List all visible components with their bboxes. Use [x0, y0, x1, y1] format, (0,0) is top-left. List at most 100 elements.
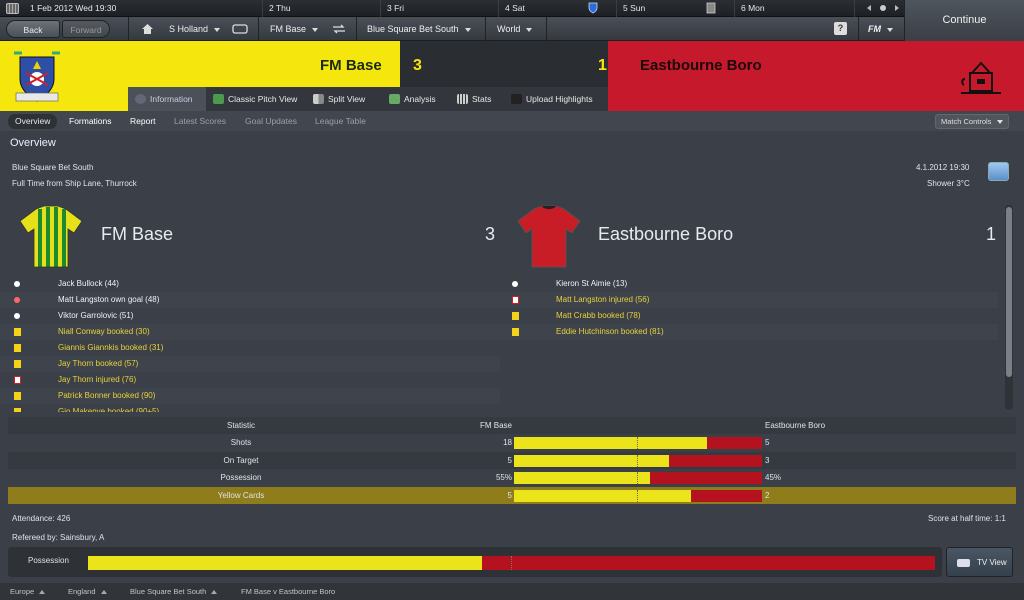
back-button[interactable]: Back — [6, 20, 60, 38]
help-button[interactable]: ? — [834, 22, 847, 35]
breadcrumb-item[interactable]: Blue Square Bet South — [130, 583, 218, 600]
calendar-day[interactable]: 5 Sun — [616, 0, 734, 17]
breadcrumb: Europe England Blue Square Bet South FM … — [0, 583, 1024, 600]
tab-stats[interactable]: Stats — [450, 87, 504, 111]
forward-button[interactable]: Forward — [62, 20, 110, 38]
stat-home-value: 55% — [495, 473, 512, 482]
subnav-formations[interactable]: Formations — [69, 114, 112, 129]
breadcrumb-item[interactable]: FM Base v Eastbourne Boro — [241, 583, 335, 600]
breadcrumb-item[interactable]: Europe — [10, 583, 46, 600]
tv-view-label: TV View — [977, 558, 1007, 567]
view-tabs: Information Classic Pitch View Split Vie… — [128, 87, 608, 111]
home-kit-icon — [19, 205, 83, 268]
fm-menu[interactable]: FM — [868, 17, 893, 41]
event-text: Jack Bullock (44) — [58, 279, 119, 288]
stat-bar-home-fill — [514, 472, 651, 484]
chevron-down-icon — [214, 27, 221, 32]
match-status: Full Time from Ship Lane, Thurrock — [12, 179, 137, 188]
yellow-card-icon — [512, 312, 519, 320]
stats-row[interactable]: Yellow Cards 5 2 — [8, 486, 1016, 504]
league-menu[interactable]: Blue Square Bet South — [367, 17, 471, 41]
calendar-arrows-icon[interactable] — [861, 0, 905, 17]
calendar-day[interactable]: 4 Sat — [498, 0, 616, 17]
manager-label: S Holland — [169, 24, 209, 34]
tv-view-button[interactable]: TV View — [946, 547, 1013, 577]
subnav-latest-scores[interactable]: Latest Scores — [174, 114, 226, 129]
home-team-title: FM Base — [101, 224, 174, 244]
home-icon[interactable] — [141, 23, 154, 35]
calendar-day[interactable]: 6 Mon — [734, 0, 854, 17]
event-row: Niall Conway booked (30) — [0, 324, 500, 340]
tab-upload-highlights[interactable]: Upload Highlights — [504, 87, 608, 111]
world-menu[interactable]: World — [497, 17, 533, 41]
yellow-card-icon — [14, 392, 21, 400]
calendar-icon[interactable] — [6, 3, 19, 14]
stats-row[interactable]: Possession 55% 45% — [8, 469, 1016, 486]
possession-bar — [88, 556, 935, 570]
own-goal-icon — [14, 297, 20, 303]
divider — [128, 17, 129, 41]
score-panel — [400, 41, 624, 87]
referee: Refereed by: Sainsbury, A — [12, 533, 105, 542]
calendar-day[interactable]: 2 Thu — [262, 0, 380, 17]
stat-bar — [514, 437, 762, 449]
injury-icon — [512, 296, 519, 304]
club-menu[interactable]: FM Base — [270, 17, 319, 41]
stats-header-home: FM Base — [479, 421, 512, 430]
calendar-day[interactable]: 3 Fri — [380, 0, 498, 17]
scrollbar-thumb[interactable] — [1006, 207, 1012, 377]
subnav-overview[interactable]: Overview — [8, 114, 58, 129]
weather-icon — [988, 162, 1009, 181]
breadcrumb-label: Blue Square Bet South — [130, 587, 207, 596]
calendar-scroll[interactable] — [854, 0, 904, 17]
home-club-crest-icon — [14, 51, 60, 102]
event-row: Jay Thorn booked (57) — [0, 356, 500, 372]
tab-information[interactable]: Information — [128, 87, 206, 111]
stat-bar-midline — [637, 489, 638, 502]
events-scrollbar[interactable] — [1005, 205, 1013, 410]
stat-bar-home-fill — [514, 437, 708, 449]
stats-row[interactable]: On Target 5 3 — [8, 451, 1016, 469]
breadcrumb-label: England — [68, 587, 96, 596]
yellow-card-icon — [14, 328, 21, 336]
swap-icon[interactable] — [332, 24, 346, 34]
chevron-down-icon — [312, 27, 319, 32]
match-controls-dropdown[interactable]: Match Controls — [935, 114, 1009, 129]
goal-ball-icon — [14, 281, 20, 287]
video-icon — [511, 94, 522, 104]
stats-row[interactable]: Shots 18 5 — [8, 434, 1016, 451]
event-text: Matt Langston own goal (48) — [58, 295, 160, 304]
subnav-report[interactable]: Report — [130, 114, 156, 129]
match-crest-icon — [706, 2, 716, 14]
yellow-card-icon — [14, 344, 21, 352]
tab-label: Information — [150, 94, 193, 104]
breadcrumb-label: Europe — [10, 587, 35, 596]
tab-analysis[interactable]: Analysis — [382, 87, 450, 111]
subnav-goal-updates[interactable]: Goal Updates — [245, 114, 297, 129]
chevron-down-icon — [464, 27, 471, 32]
calendar-current-date: 1 Feb 2012 Wed 19:30 — [30, 3, 117, 13]
stats-header-label: Statistic — [226, 421, 255, 430]
chevron-down-icon — [887, 27, 893, 32]
stat-label: Possession — [220, 473, 262, 482]
tab-classic-pitch-view[interactable]: Classic Pitch View — [206, 87, 306, 111]
breadcrumb-item[interactable]: England — [68, 583, 107, 600]
chevron-up-icon — [100, 590, 107, 595]
attendance: Attendance: 426 — [12, 514, 71, 523]
injury-icon — [14, 376, 21, 384]
event-row: Jack Bullock (44) — [0, 276, 500, 292]
tab-split-view[interactable]: Split View — [306, 87, 382, 111]
goal-ball-icon — [512, 281, 518, 287]
stat-away-value: 3 — [765, 455, 770, 465]
continue-button[interactable]: Continue — [904, 0, 1024, 41]
analysis-icon — [389, 94, 400, 104]
match-shield-icon — [588, 2, 598, 14]
manager-menu[interactable]: S Holland — [169, 17, 221, 41]
yellow-card-icon — [14, 408, 21, 412]
stat-bar — [514, 472, 762, 484]
subnav-league-table[interactable]: League Table — [315, 114, 366, 129]
event-text: Viktor Garrolovic (51) — [58, 311, 134, 320]
event-text: Gio Makenye booked (90+5) — [58, 407, 160, 412]
stat-home-value: 5 — [507, 455, 512, 465]
inbox-icon[interactable] — [232, 24, 248, 34]
